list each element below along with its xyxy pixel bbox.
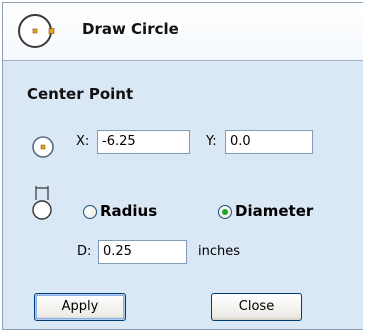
y-coordinate-input[interactable]: 0.0 <box>225 130 313 154</box>
y-label: Y: <box>206 134 217 149</box>
circle-tool-icon <box>13 11 59 55</box>
radius-radio[interactable] <box>83 205 97 219</box>
diameter-measure-icon <box>29 186 55 226</box>
center-point-heading: Center Point <box>27 85 134 103</box>
d-label: D: <box>77 244 92 259</box>
panel-header: Draw Circle <box>3 3 363 61</box>
x-label: X: <box>76 134 90 149</box>
x-coordinate-input[interactable]: -6.25 <box>97 130 190 154</box>
radius-radio-label[interactable]: Radius <box>100 202 157 220</box>
apply-button[interactable]: Apply <box>34 293 126 321</box>
radio-selected-dot <box>222 209 228 215</box>
close-button[interactable]: Close <box>211 293 302 321</box>
panel-title: Draw Circle <box>82 20 179 38</box>
diameter-radio-label[interactable]: Diameter <box>235 202 313 220</box>
units-label: inches <box>198 244 241 259</box>
center-point-icon <box>31 135 55 163</box>
draw-circle-panel: Draw Circle Center Point X: -6.25 Y: 0.0… <box>2 2 363 330</box>
diameter-input[interactable]: 0.25 <box>98 240 187 264</box>
diameter-radio[interactable] <box>218 205 232 219</box>
